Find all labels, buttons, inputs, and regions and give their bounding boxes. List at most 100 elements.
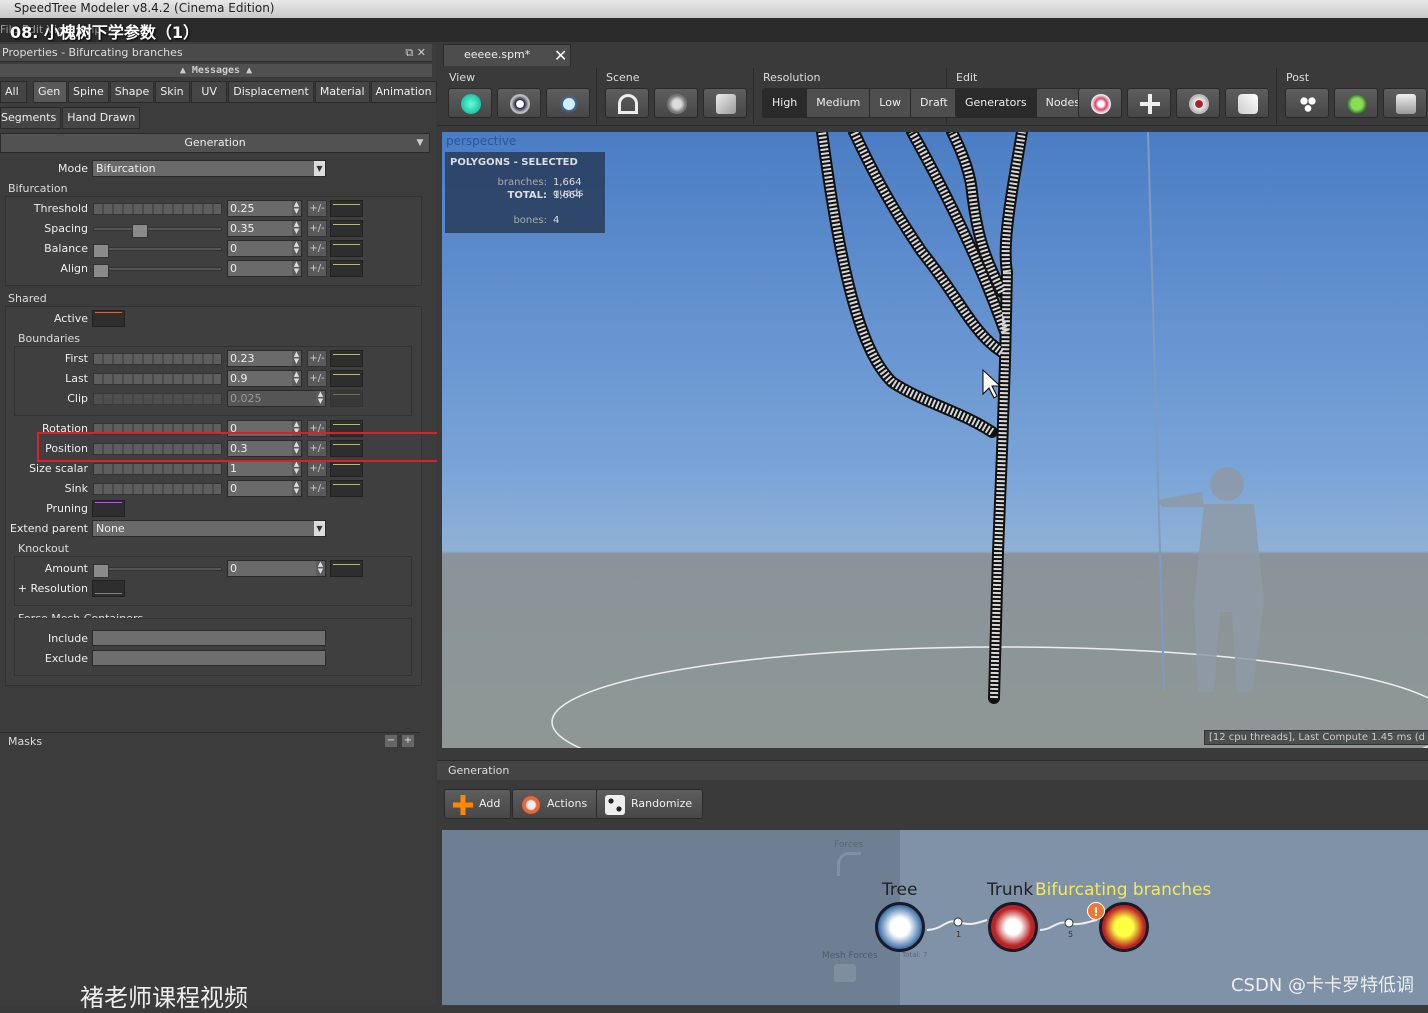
- tree-node[interactable]: [875, 902, 925, 952]
- balance-slider[interactable]: [93, 244, 222, 258]
- slider-knob[interactable]: [132, 224, 148, 238]
- close-tab-icon[interactable]: ✕: [554, 46, 567, 66]
- align-curve[interactable]: [330, 260, 363, 277]
- tab-material[interactable]: Material: [314, 81, 370, 103]
- clip-curve[interactable]: [330, 390, 363, 407]
- 3d-viewport[interactable]: perspective POLYGONS - SELECTED branches…: [442, 132, 1428, 748]
- warning-icon[interactable]: !: [1087, 902, 1105, 920]
- zoom-view-button[interactable]: [546, 88, 590, 118]
- slider-knob[interactable]: [93, 244, 109, 258]
- spinner-icon[interactable]: ▲ ▼: [316, 561, 325, 576]
- first-slider[interactable]: [93, 353, 222, 365]
- float-icon[interactable]: ⧉: [405, 46, 413, 59]
- masks-section[interactable]: Masks − +: [0, 732, 420, 749]
- pruning-swatch[interactable]: [92, 500, 125, 517]
- bird-edit-button[interactable]: [1225, 88, 1269, 118]
- spinner-icon[interactable]: ▲ ▼: [292, 221, 301, 236]
- spinner-icon[interactable]: ▲ ▼: [292, 241, 301, 256]
- resolution-medium[interactable]: Medium: [807, 89, 871, 117]
- fan-scene-button[interactable]: [654, 88, 698, 118]
- first-plusminus-button[interactable]: +/-: [307, 350, 327, 367]
- mode-dropdown[interactable]: Bifurcation ▼: [92, 160, 326, 177]
- spacing-slider[interactable]: [93, 224, 222, 238]
- threshold-slider[interactable]: [93, 203, 222, 215]
- add-button[interactable]: Add: [444, 789, 512, 819]
- tab-hand-drawn[interactable]: Hand Drawn: [62, 107, 141, 129]
- last-input[interactable]: 0.9 ▲ ▼: [227, 370, 302, 387]
- extend-parent-dropdown[interactable]: None ▼: [92, 520, 326, 537]
- tab-gen[interactable]: Gen: [33, 81, 67, 103]
- edit-segmented[interactable]: Generators Nodes: [955, 88, 1092, 118]
- spinner-icon[interactable]: ▲ ▼: [292, 371, 301, 386]
- align-slider[interactable]: [93, 264, 222, 278]
- leaf-post-button[interactable]: [1334, 88, 1378, 118]
- trunk-node[interactable]: [988, 902, 1038, 952]
- size-scalar-slider[interactable]: [93, 463, 222, 475]
- spinner-icon[interactable]: ▲ ▼: [292, 261, 301, 276]
- export-post-button[interactable]: [1383, 88, 1427, 118]
- generation-section-header[interactable]: Generation ▼: [0, 133, 430, 153]
- document-tab[interactable]: eeeee.spm* ✕: [443, 44, 571, 66]
- messages-bar[interactable]: ▲ Messages ▲: [0, 64, 432, 77]
- threshold-plusminus-button[interactable]: +/-: [307, 200, 327, 217]
- last-slider[interactable]: [93, 373, 222, 385]
- close-icon[interactable]: ✕: [417, 46, 426, 59]
- active-swatch[interactable]: [92, 310, 125, 327]
- generator-graph[interactable]: Forces Mesh Forces Total: 7 1 5 Tree Tru…: [442, 830, 1428, 1005]
- size-scalar-plusminus-button[interactable]: +/-: [307, 460, 327, 477]
- size-scalar-curve[interactable]: [330, 460, 363, 477]
- amount-curve[interactable]: [330, 560, 363, 577]
- tab-spine[interactable]: Spine: [68, 81, 109, 103]
- amount-slider[interactable]: [93, 564, 222, 578]
- edit-generators[interactable]: Generators: [956, 89, 1037, 117]
- spacing-input[interactable]: 0.35 ▲ ▼: [227, 220, 302, 237]
- bifurcating-branches-node[interactable]: [1099, 902, 1149, 952]
- tab-uv[interactable]: UV: [191, 81, 228, 103]
- tab-skin[interactable]: Skin: [155, 81, 191, 103]
- tab-shape[interactable]: Shape: [109, 81, 155, 103]
- balance-input[interactable]: 0 ▲ ▼: [227, 240, 302, 257]
- tab-all[interactable]: All: [0, 81, 27, 103]
- tab-animation[interactable]: Animation: [370, 81, 437, 103]
- threshold-input[interactable]: 0.25 ▲ ▼: [227, 200, 302, 217]
- plus-icon[interactable]: +: [402, 735, 414, 747]
- align-plusminus-button[interactable]: +/-: [307, 260, 327, 277]
- clip-slider[interactable]: [93, 393, 222, 405]
- exclude-field[interactable]: [92, 650, 326, 666]
- spacing-plusminus-button[interactable]: +/-: [307, 220, 327, 237]
- slider-knob[interactable]: [93, 264, 109, 278]
- resolution-high[interactable]: High: [763, 89, 808, 117]
- spinner-icon[interactable]: ▲ ▼: [292, 201, 301, 216]
- orbit-view-button[interactable]: [497, 88, 541, 118]
- actions-button[interactable]: Actions: [512, 789, 599, 819]
- spinner-icon[interactable]: ▲ ▼: [292, 351, 301, 366]
- minus-icon[interactable]: −: [385, 735, 397, 747]
- spinner-icon[interactable]: ▲ ▼: [292, 461, 301, 476]
- balance-curve[interactable]: [330, 240, 363, 257]
- last-plusminus-button[interactable]: +/-: [307, 370, 327, 387]
- clip-input[interactable]: 0.025 ▲ ▼: [227, 390, 326, 407]
- resolution-segmented[interactable]: High Medium Low Draft: [762, 88, 959, 118]
- threshold-curve[interactable]: [330, 200, 363, 217]
- size-scalar-input[interactable]: 1 ▲ ▼: [227, 460, 302, 477]
- target-edit-button[interactable]: [1176, 88, 1220, 118]
- randomize-button[interactable]: Randomize: [596, 789, 704, 819]
- menu-bar[interactable]: File Edit View Help: [0, 18, 1428, 42]
- globe-view-button[interactable]: [448, 88, 492, 118]
- include-field[interactable]: [92, 630, 326, 646]
- first-input[interactable]: 0.23 ▲ ▼: [227, 350, 302, 367]
- curve-scene-button[interactable]: [605, 88, 649, 118]
- tab-segments[interactable]: Segments: [0, 107, 62, 129]
- sink-plusminus-button[interactable]: +/-: [307, 480, 327, 497]
- resolution-low[interactable]: Low: [870, 89, 911, 117]
- spinner-icon[interactable]: ▲ ▼: [292, 481, 301, 496]
- spinner-icon[interactable]: ▲ ▼: [316, 391, 325, 406]
- sink-slider[interactable]: [93, 483, 222, 495]
- tab-displacement[interactable]: Displacement: [228, 81, 314, 103]
- collapse-arrow-icon[interactable]: ▼: [414, 134, 426, 152]
- sink-input[interactable]: 0 ▲ ▼: [227, 480, 302, 497]
- add-node-edit-button[interactable]: [1127, 88, 1171, 118]
- paint-edit-button[interactable]: [1078, 88, 1122, 118]
- slider-knob[interactable]: [93, 564, 109, 578]
- balance-plusminus-button[interactable]: +/-: [307, 240, 327, 257]
